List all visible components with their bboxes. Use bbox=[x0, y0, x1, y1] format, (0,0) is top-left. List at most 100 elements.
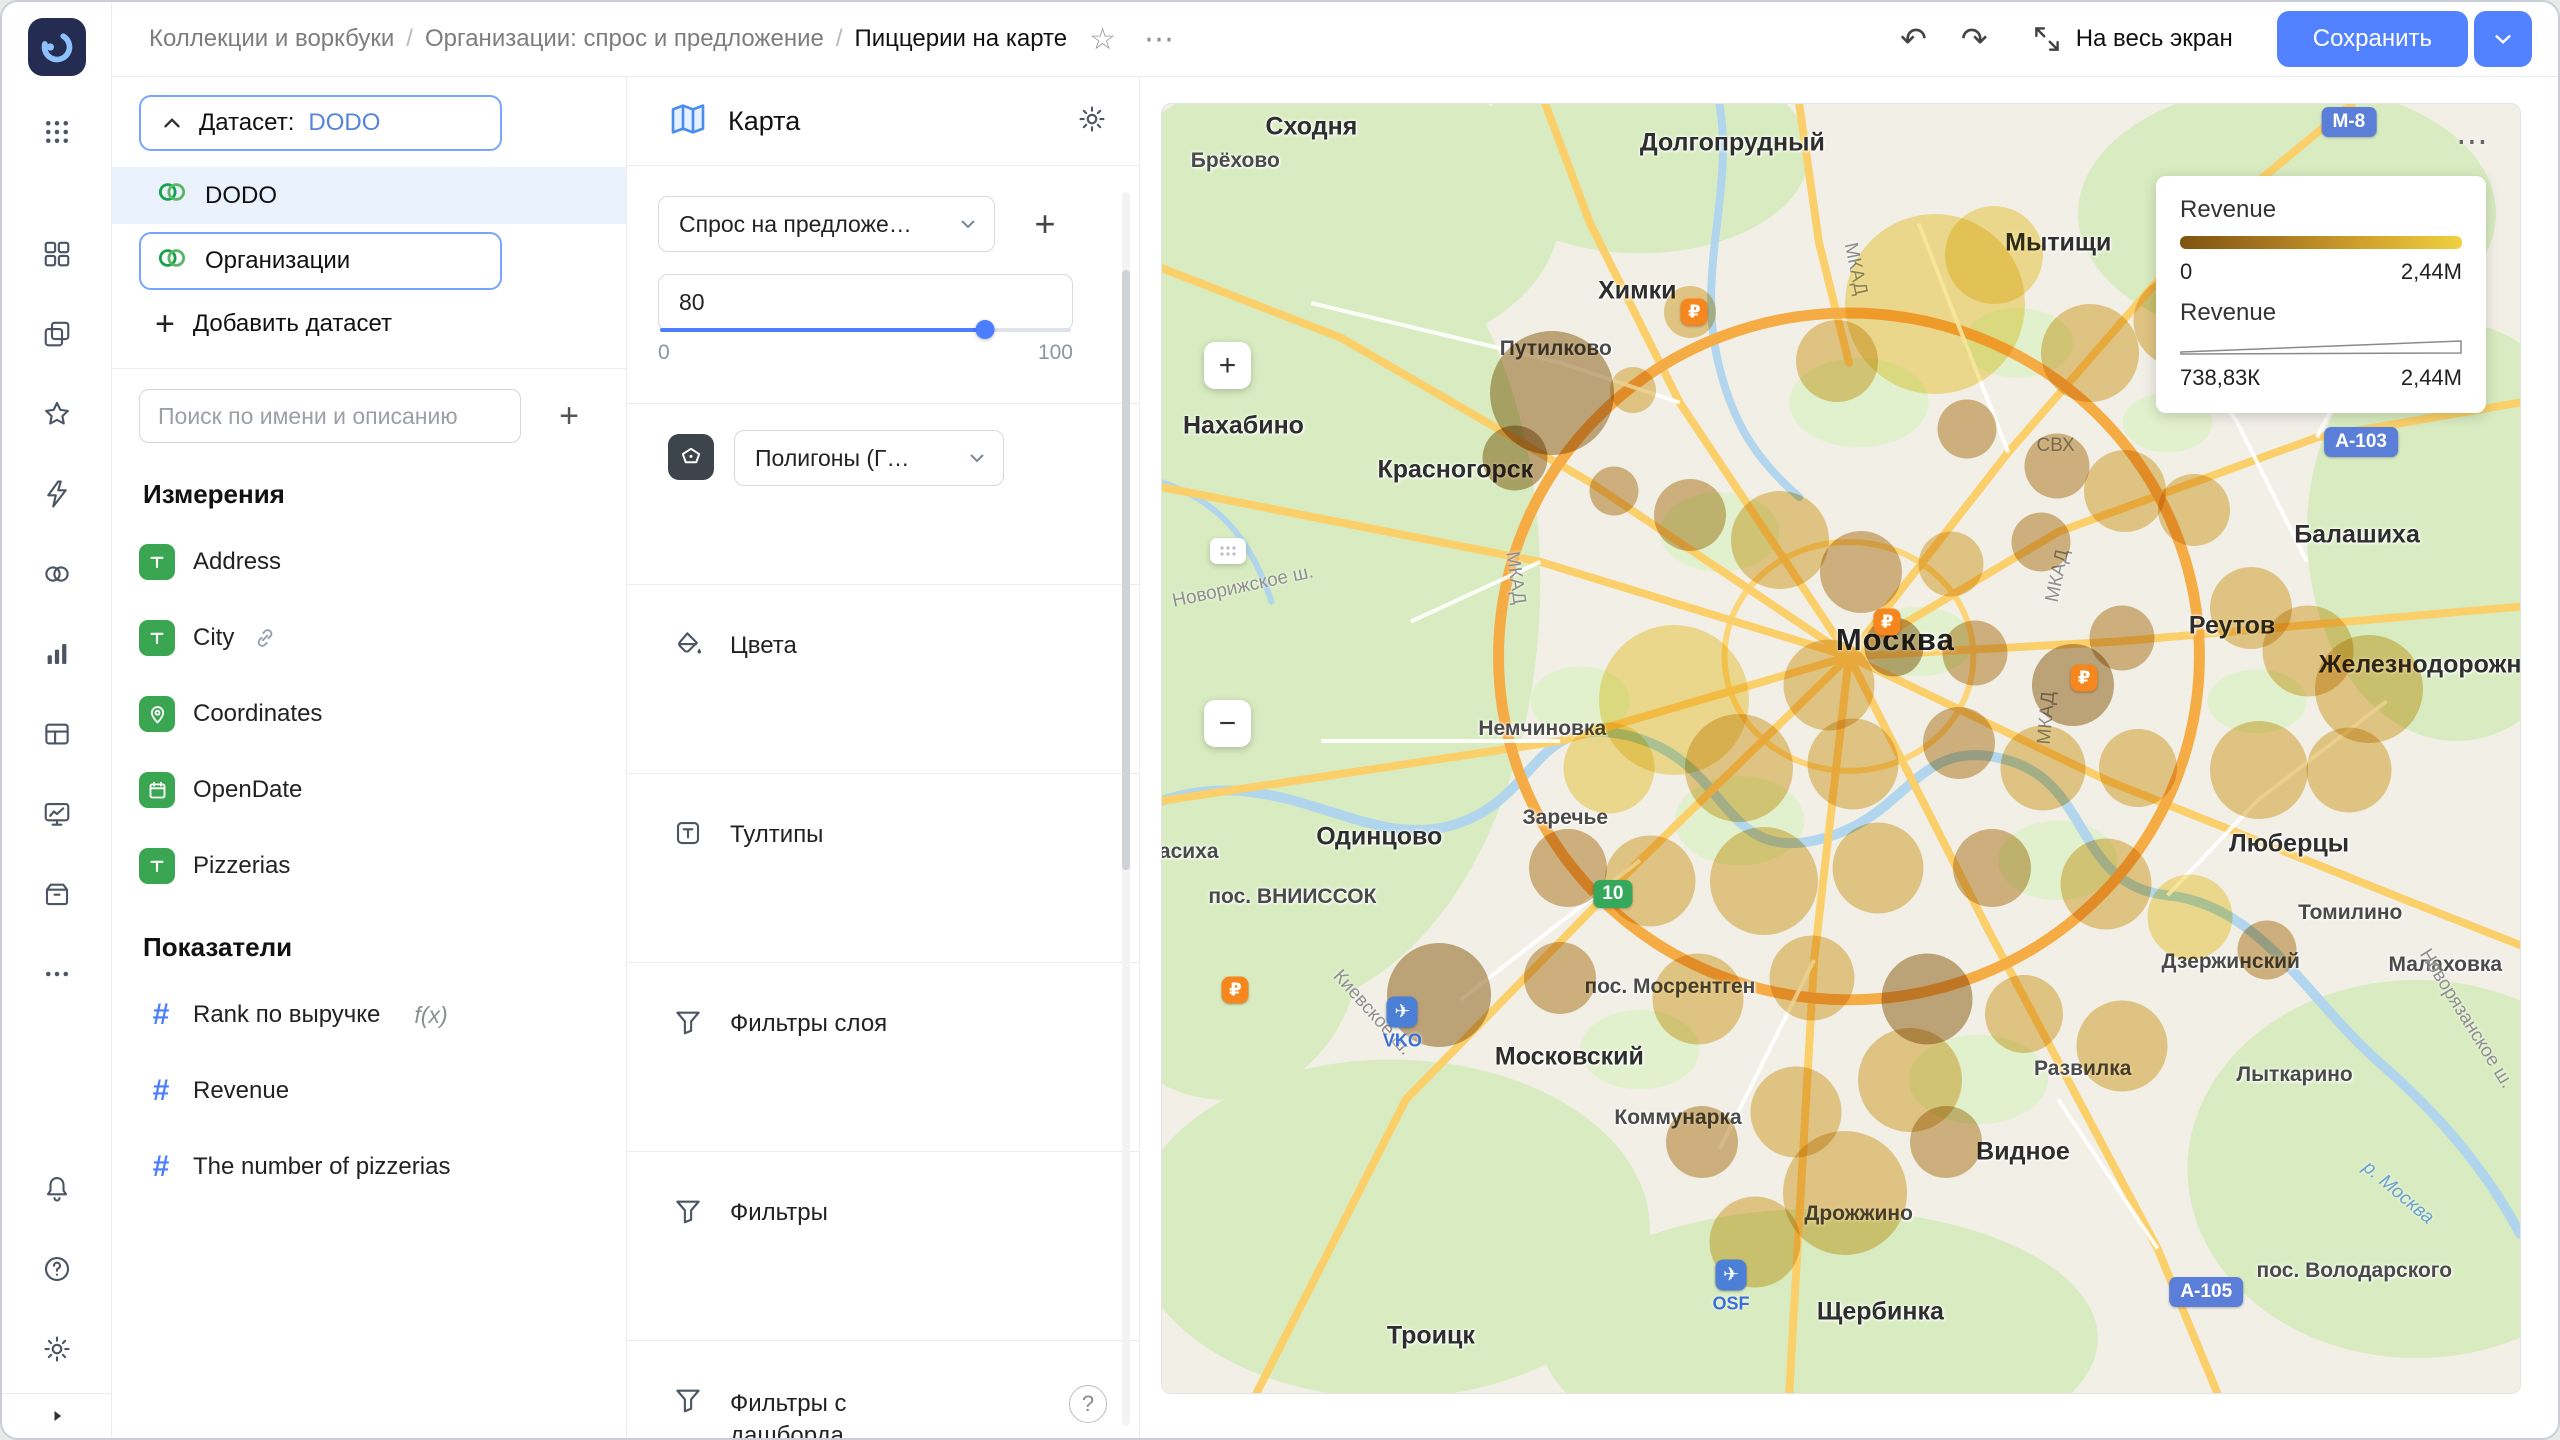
opacity-max-label: 100 bbox=[1038, 341, 1073, 365]
dataset-rings-icon bbox=[155, 241, 189, 282]
add-field-button[interactable]: + bbox=[547, 397, 591, 436]
storage-icon[interactable] bbox=[29, 866, 85, 922]
field-name: Pizzerias bbox=[193, 852, 290, 880]
field-name: Revenue bbox=[193, 1077, 289, 1105]
config-section-фильтры-с-дашборда[interactable]: Фильтры с дашборда? bbox=[627, 1341, 1139, 1440]
monitor-icon[interactable] bbox=[29, 786, 85, 842]
opacity-slider[interactable] bbox=[660, 328, 1071, 332]
fullscreen-label: На весь экран bbox=[2076, 25, 2233, 53]
config-section-цвета[interactable]: Цвета bbox=[627, 585, 1139, 773]
config-section-фильтры[interactable]: Фильтры bbox=[627, 1152, 1139, 1340]
field-text-icon bbox=[139, 544, 175, 580]
config-section-label: Фильтры слоя bbox=[730, 1007, 887, 1038]
divider bbox=[112, 368, 626, 369]
bolt-icon[interactable] bbox=[29, 466, 85, 522]
breadcrumb-item[interactable]: Коллекции и воркбуки bbox=[149, 25, 394, 53]
fullscreen-button[interactable]: На весь экран bbox=[2032, 24, 2233, 54]
fullscreen-icon bbox=[2032, 24, 2062, 54]
field-geo-icon bbox=[139, 696, 175, 732]
add-layer-button[interactable]: + bbox=[1021, 203, 1069, 245]
more-actions-icon[interactable]: ⋯ bbox=[1144, 22, 1176, 57]
layer-select[interactable]: Спрос на предложе… bbox=[658, 196, 995, 252]
more-icon[interactable] bbox=[29, 946, 85, 1002]
question-icon[interactable] bbox=[29, 1241, 85, 1297]
redo-icon[interactable]: ↷ bbox=[1961, 20, 1988, 58]
zoom-drag-handle[interactable] bbox=[1210, 538, 1246, 564]
legend-color-gradient bbox=[2180, 236, 2462, 249]
map-legend: Revenue 0 2,44M Revenue 738,83К 2,44M bbox=[2156, 176, 2486, 413]
chart-type-title: Карта bbox=[728, 106, 800, 137]
dataset-collapse-header[interactable]: Датасет: DODO bbox=[139, 95, 502, 151]
add-dataset-button[interactable]: + Добавить датасет bbox=[155, 300, 626, 348]
datalens-logo[interactable] bbox=[28, 18, 86, 76]
table-icon[interactable] bbox=[29, 706, 85, 762]
datasets-icon[interactable] bbox=[29, 546, 85, 602]
dataset-item-label: DODO bbox=[205, 182, 277, 210]
dataset-label: Датасет: bbox=[199, 109, 294, 137]
star-icon[interactable] bbox=[29, 386, 85, 442]
apps-grid-icon[interactable] bbox=[29, 104, 85, 160]
measure-field-the-number-of-pizzerias[interactable]: # The number of pizzerias bbox=[112, 1129, 626, 1205]
tooltip-icon bbox=[668, 818, 708, 848]
map-canvas[interactable]: СходняБрёховоДолгопрудныйМытищиХимкиПути… bbox=[1161, 103, 2521, 1394]
zoom-out-button[interactable]: − bbox=[1204, 700, 1251, 747]
hash-icon: # bbox=[147, 1074, 175, 1108]
undo-icon[interactable]: ↶ bbox=[1900, 20, 1927, 58]
chart-icon[interactable] bbox=[29, 626, 85, 682]
save-button[interactable]: Сохранить bbox=[2277, 11, 2468, 67]
breadcrumb-item[interactable]: Организации: спрос и предложение bbox=[425, 25, 824, 53]
funnel-icon bbox=[668, 1385, 708, 1415]
collections-icon[interactable] bbox=[29, 306, 85, 362]
legend-color-title: Revenue bbox=[2180, 196, 2462, 224]
search-input[interactable] bbox=[139, 389, 521, 443]
chart-config-panel: Карта Спрос на предложе… + 80 0 10 bbox=[627, 77, 1140, 1438]
config-section-тултипы[interactable]: Тултипы bbox=[627, 774, 1139, 962]
legend-color-max: 2,44M bbox=[2401, 259, 2462, 285]
config-section-label: Тултипы bbox=[730, 818, 823, 849]
left-rail bbox=[2, 2, 112, 1438]
config-section-фильтры-слоя[interactable]: Фильтры слоя bbox=[627, 963, 1139, 1151]
widgets-icon[interactable] bbox=[29, 226, 85, 282]
dimension-field-address[interactable]: Address bbox=[112, 524, 626, 600]
formula-icon: f(x) bbox=[414, 1002, 447, 1029]
save-dropdown-button[interactable] bbox=[2474, 11, 2532, 67]
help-icon[interactable]: ? bbox=[1069, 1385, 1107, 1423]
gear-icon[interactable] bbox=[29, 1321, 85, 1377]
config-section-label: Фильтры bbox=[730, 1196, 828, 1227]
hash-icon: # bbox=[147, 1150, 175, 1184]
opacity-slider-handle[interactable] bbox=[976, 320, 995, 339]
favorite-star-icon[interactable]: ☆ bbox=[1089, 22, 1116, 57]
field-name: OpenDate bbox=[193, 776, 302, 804]
field-name: Rank по выручке bbox=[193, 1001, 380, 1029]
chevron-down-icon bbox=[2490, 26, 2516, 52]
opacity-fill bbox=[660, 328, 985, 332]
chevron-down-icon bbox=[956, 212, 980, 236]
dimension-field-pizzerias[interactable]: Pizzerias bbox=[112, 828, 626, 904]
dataset-item-organizations[interactable]: Организации bbox=[139, 232, 502, 290]
scrollbar-thumb[interactable] bbox=[1122, 270, 1130, 870]
collapse-rail-button[interactable] bbox=[2, 1393, 112, 1438]
field-name: The number of pizzerias bbox=[193, 1153, 450, 1181]
field-text-icon bbox=[139, 848, 175, 884]
dataset-item-dodo[interactable]: DODO bbox=[112, 167, 626, 224]
opacity-value: 80 bbox=[679, 289, 705, 316]
legend-size-title: Revenue bbox=[2180, 299, 2462, 327]
dataset-rings-icon bbox=[155, 175, 189, 216]
bell-icon[interactable] bbox=[29, 1161, 85, 1217]
zoom-in-button[interactable]: + bbox=[1204, 342, 1251, 389]
map-chart-icon bbox=[668, 99, 708, 144]
dimension-field-city[interactable]: City bbox=[112, 600, 626, 676]
measure-field-rank-по-выручке[interactable]: #Rank по выручкеf(x) bbox=[112, 977, 626, 1053]
legend-size-wedge bbox=[2180, 339, 2462, 355]
opacity-input[interactable]: 80 bbox=[658, 274, 1073, 331]
dimension-field-coordinates[interactable]: Coordinates bbox=[112, 676, 626, 752]
dimension-field-opendate[interactable]: OpenDate bbox=[112, 752, 626, 828]
legend-size-min: 738,83К bbox=[2180, 365, 2260, 391]
chart-settings-gear-icon[interactable] bbox=[1077, 104, 1107, 139]
measure-field-revenue[interactable]: # Revenue bbox=[112, 1053, 626, 1129]
map-more-icon[interactable]: ⋯ bbox=[2456, 122, 2490, 160]
geotype-select[interactable]: Полигоны (Г… bbox=[734, 430, 1004, 486]
plus-icon: + bbox=[155, 307, 175, 341]
paint-icon bbox=[668, 629, 708, 659]
dataset-panel: Датасет: DODO DODO Организации + Добавит… bbox=[112, 77, 627, 1438]
